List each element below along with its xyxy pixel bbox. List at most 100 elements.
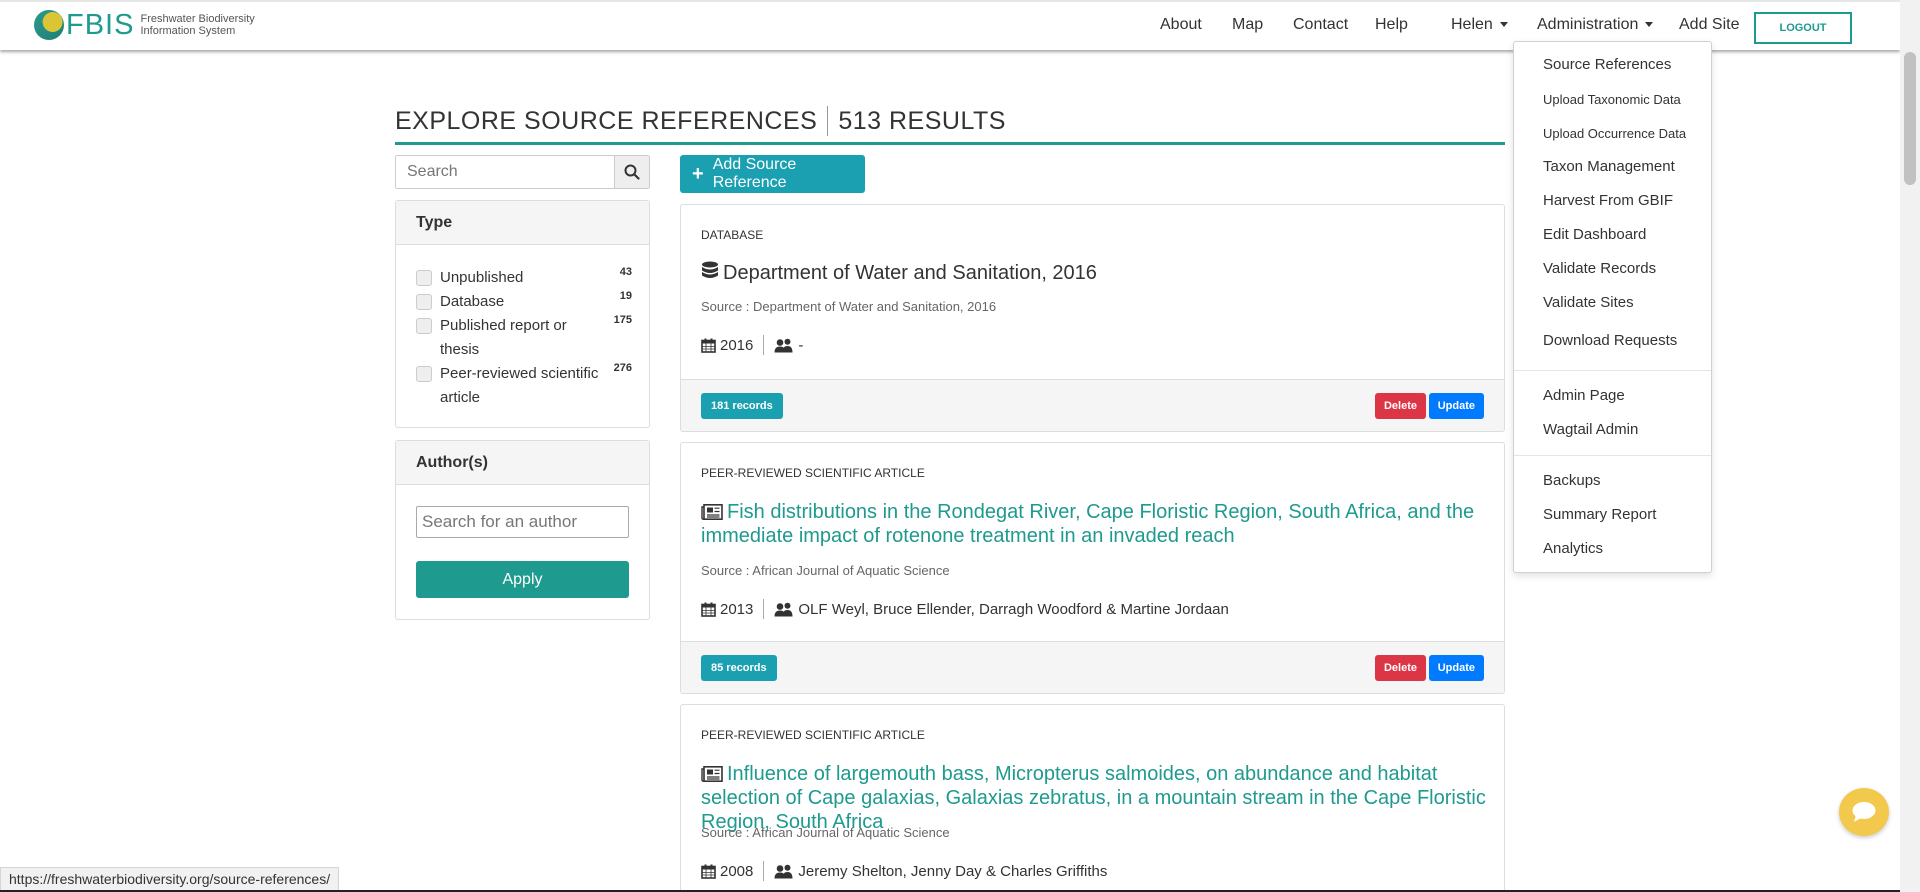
add-source-reference-label: Add Source Reference (712, 156, 797, 191)
reference-source: Source : African Journal of Aquatic Scie… (701, 563, 950, 578)
users-icon (774, 338, 793, 352)
reference-authors: Jeremy Shelton, Jenny Day & Charles Grif… (798, 862, 1108, 880)
reference-card: PEER-REVIEWED SCIENTIFIC ARTICLE Influen… (680, 704, 1505, 892)
menu-divider (1514, 455, 1711, 456)
type-checkbox[interactable] (416, 270, 432, 286)
reference-authors: - (798, 336, 804, 354)
page-heading: EXPLORE SOURCE REFERENCES 513 RESULTS (395, 106, 1006, 136)
apply-button[interactable]: Apply (416, 561, 629, 598)
chat-bubble-icon (1852, 802, 1876, 822)
type-filter-heading: Type (396, 201, 649, 245)
newspaper-icon (701, 504, 723, 520)
author-filter-heading: Author(s) (396, 441, 649, 485)
page-title: EXPLORE SOURCE REFERENCES (395, 106, 818, 135)
nav-about[interactable]: About (1160, 16, 1202, 34)
menu-harvest-gbif[interactable]: Harvest From GBIF (1543, 192, 1673, 209)
database-icon (702, 261, 718, 278)
nav-user-menu[interactable]: Helen (1451, 16, 1508, 34)
newspaper-icon (701, 766, 723, 782)
records-badge[interactable]: 85 records (701, 655, 777, 681)
type-label: Unpublished (440, 269, 524, 286)
menu-wagtail-admin[interactable]: Wagtail Admin (1543, 421, 1638, 438)
search-button[interactable] (614, 156, 649, 188)
reference-card-footer: 85 records Delete Update (681, 641, 1504, 693)
fbis-logo[interactable]: FBIS Freshwater Biodiversity Information… (34, 10, 255, 40)
type-checkbox[interactable] (416, 294, 432, 310)
calendar-icon (701, 602, 716, 617)
menu-backups[interactable]: Backups (1543, 472, 1601, 489)
meta-divider (763, 861, 765, 881)
logout-button[interactable]: LOGOUT (1754, 12, 1852, 44)
results-count: 513 RESULTS (838, 106, 1006, 135)
menu-upload-taxonomic-data[interactable]: Upload Taxonomic Data (1543, 92, 1681, 107)
type-filter-unpublished[interactable]: Unpublished 43 (416, 266, 632, 290)
chevron-down-icon (1499, 22, 1508, 28)
add-source-reference-button[interactable]: + Add Source Reference (680, 155, 865, 193)
heading-underline (395, 142, 1505, 145)
update-button[interactable]: Update (1428, 393, 1484, 419)
type-filter-panel: Type Unpublished 43 Database 19 Publishe… (395, 200, 650, 428)
reference-year: 2008 (720, 862, 754, 880)
type-filter-published-report[interactable]: Published report or thesis 175 (416, 314, 632, 362)
plus-icon: + (692, 163, 704, 185)
logo-text: FBIS (66, 9, 135, 41)
reference-title[interactable]: Influence of largemouth bass, Micropteru… (701, 762, 1491, 834)
scrollbar-thumb[interactable] (1904, 52, 1916, 185)
reference-title: Department of Water and Sanitation, 2016 (701, 261, 1491, 285)
nav-contact[interactable]: Contact (1293, 16, 1348, 34)
reference-type: PEER-REVIEWED SCIENTIFIC ARTICLE (701, 466, 925, 480)
type-filter-database[interactable]: Database 19 (416, 290, 632, 314)
calendar-icon (701, 338, 716, 353)
logo-subtitle-line1: Freshwater Biodiversity (140, 13, 255, 25)
reference-meta: 2008 Jeremy Shelton, Jenny Day & Charles… (701, 861, 1107, 881)
reference-title[interactable]: Fish distributions in the Rondegat River… (701, 500, 1491, 548)
users-icon (774, 864, 793, 878)
update-button[interactable]: Update (1428, 655, 1484, 681)
nav-help[interactable]: Help (1375, 16, 1408, 34)
reference-title-text: Influence of largemouth bass, Micropteru… (701, 763, 1486, 833)
reference-card: PEER-REVIEWED SCIENTIFIC ARTICLE Fish di… (680, 442, 1505, 694)
type-checkbox[interactable] (416, 318, 432, 334)
menu-taxon-management[interactable]: Taxon Management (1543, 158, 1675, 175)
users-icon (774, 602, 793, 616)
records-badge[interactable]: 181 records (701, 393, 783, 419)
search-input[interactable] (396, 156, 614, 188)
menu-divider (1514, 370, 1711, 371)
menu-edit-dashboard[interactable]: Edit Dashboard (1543, 226, 1646, 243)
reference-type: DATABASE (701, 228, 764, 242)
type-filter-peer-reviewed[interactable]: Peer-reviewed scientific article 276 (416, 362, 632, 410)
delete-button[interactable]: Delete (1374, 393, 1426, 419)
administration-dropdown: Source References Upload Taxonomic Data … (1513, 41, 1712, 573)
meta-divider (763, 599, 765, 619)
type-count: 19 (619, 290, 632, 302)
type-label: Database (440, 293, 505, 310)
nav-user-label: Helen (1451, 16, 1493, 33)
reference-title-text: Department of Water and Sanitation, 2016 (723, 262, 1097, 284)
delete-button[interactable]: Delete (1374, 655, 1426, 681)
reference-title-text: Fish distributions in the Rondegat River… (701, 501, 1475, 547)
menu-analytics[interactable]: Analytics (1543, 540, 1603, 557)
menu-source-references[interactable]: Source References (1543, 56, 1671, 73)
reference-meta: 2013 OLF Weyl, Bruce Ellender, Darragh W… (701, 599, 1229, 619)
heading-divider (827, 106, 829, 136)
author-search-input[interactable] (416, 506, 629, 538)
author-filter-panel: Author(s) Apply (395, 440, 650, 620)
type-checkbox[interactable] (416, 366, 432, 382)
menu-download-requests[interactable]: Download Requests (1543, 332, 1677, 349)
menu-admin-page[interactable]: Admin Page (1543, 387, 1625, 404)
chat-button[interactable] (1839, 788, 1889, 836)
type-count: 276 (613, 362, 632, 374)
reference-year: 2013 (720, 600, 754, 618)
nav-add-site[interactable]: Add Site (1679, 16, 1739, 34)
menu-upload-occurrence-data[interactable]: Upload Occurrence Data (1543, 126, 1686, 141)
menu-summary-report[interactable]: Summary Report (1543, 506, 1656, 523)
logo-mark-icon (34, 10, 64, 40)
browser-status-bar: https://freshwaterbiodiversity.org/sourc… (0, 867, 340, 892)
nav-map[interactable]: Map (1232, 16, 1263, 34)
menu-validate-sites[interactable]: Validate Sites (1543, 294, 1634, 311)
menu-validate-records[interactable]: Validate Records (1543, 260, 1656, 277)
reference-card-footer: 181 records Delete Update (681, 379, 1504, 431)
page-scrollbar[interactable] (1900, 0, 1920, 892)
nav-administration-menu[interactable]: Administration (1537, 16, 1654, 34)
logo-subtitle: Freshwater Biodiversity Information Syst… (140, 13, 254, 37)
